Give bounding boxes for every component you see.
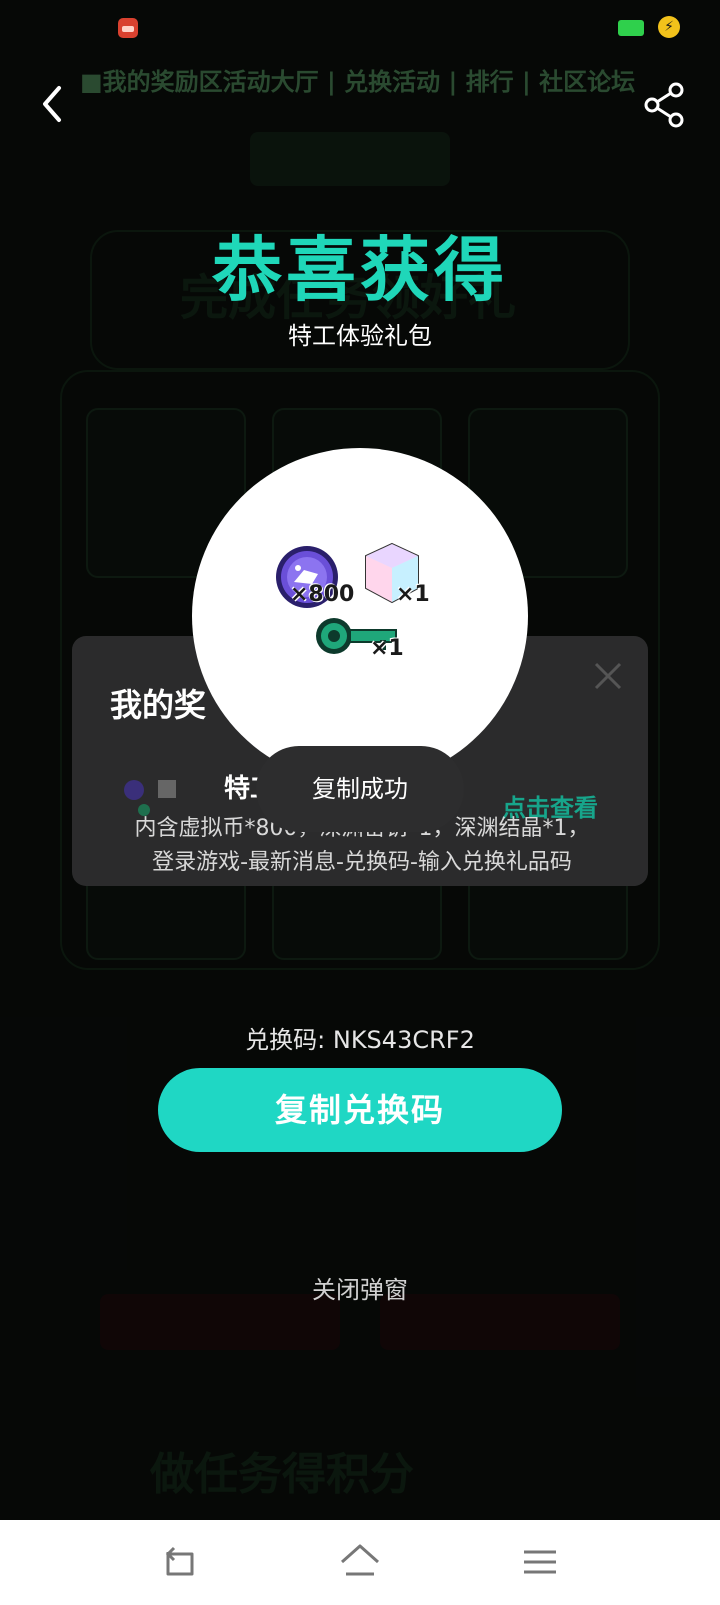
copy-success-toast: 复制成功 [256, 746, 464, 832]
copy-code-button[interactable]: 复制兑换码 [158, 1068, 562, 1152]
system-nav-bar [0, 1520, 720, 1605]
prize-panel-title: 我的奖 [110, 686, 207, 724]
gift-pack-name: 特工体验礼包 [288, 322, 432, 350]
redeem-code: 兑换码: NKS43CRF2 [245, 1026, 475, 1054]
congrats-title: 恭喜获得 [212, 229, 508, 311]
charging-icon: ⚡ [658, 16, 680, 38]
app-notification-icon [118, 18, 138, 38]
key-quantity: ×1 [370, 636, 404, 661]
close-popup-link[interactable]: 关闭弹窗 [0, 1270, 720, 1305]
battery-icon [618, 20, 644, 36]
back-button[interactable] [24, 76, 80, 132]
background-headline: ■我的奖励区活动大厅 | 兑换活动 | 排行 | 社区论坛 [80, 68, 636, 96]
share-icon [644, 82, 684, 128]
crystal-quantity: ×1 [396, 582, 430, 607]
reward-display: ×800 ×1 ×1 [192, 448, 528, 784]
share-button[interactable] [640, 80, 690, 130]
nav-menu-icon[interactable] [518, 1540, 562, 1584]
chevron-left-icon [43, 86, 61, 122]
coin-quantity: ×800 [290, 582, 355, 607]
nav-back-icon[interactable] [158, 1540, 202, 1584]
close-icon[interactable] [590, 658, 626, 694]
nav-home-icon[interactable] [338, 1540, 382, 1584]
